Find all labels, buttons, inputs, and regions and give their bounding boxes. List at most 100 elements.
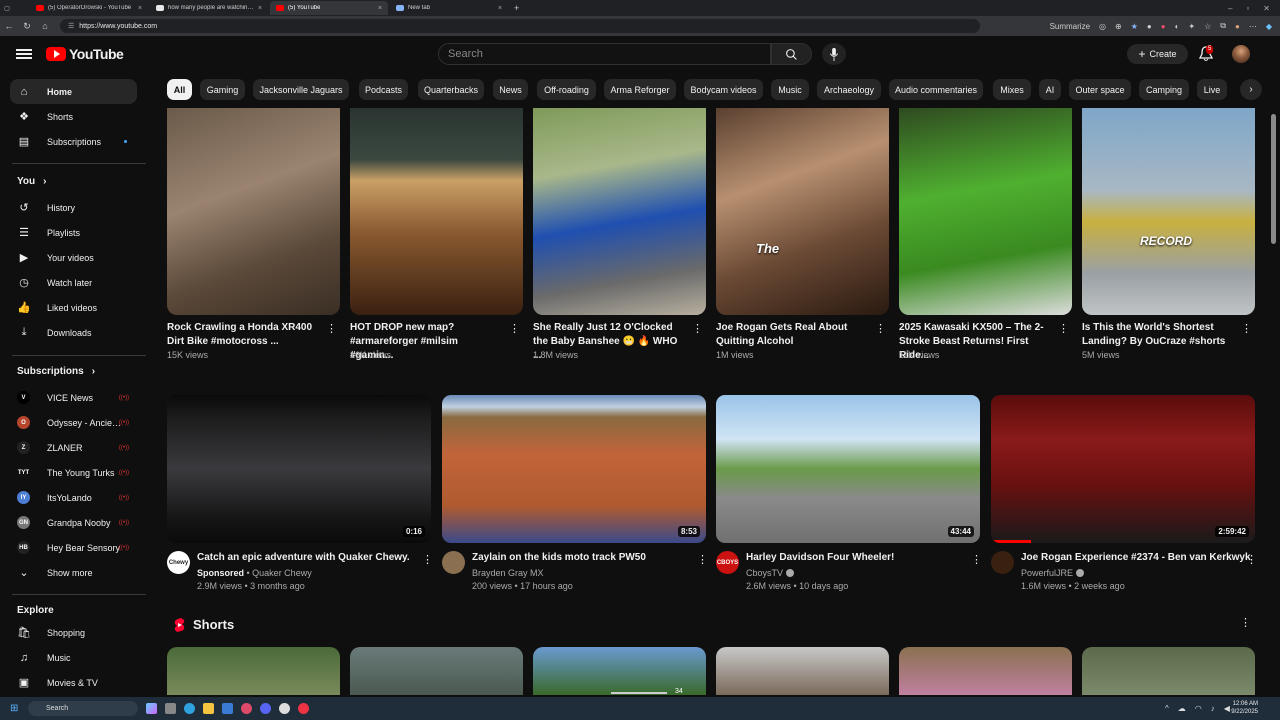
taskbar-store-icon[interactable] <box>222 703 233 714</box>
chip-all[interactable]: All <box>167 79 192 100</box>
short-title[interactable]: Joe Rogan Gets Real About Quitting Alcoh… <box>716 321 866 349</box>
chip-news[interactable]: News <box>493 79 528 100</box>
search-button[interactable] <box>771 43 812 65</box>
taskbar-chatgpt-icon[interactable] <box>279 703 290 714</box>
chip-live[interactable]: Live <box>1197 79 1227 100</box>
extension-icon[interactable]: ◐ <box>1175 22 1180 31</box>
close-window-icon[interactable]: ✕ <box>1263 4 1270 13</box>
video-more-icon[interactable]: ⋮ <box>697 555 708 566</box>
short-thumbnail[interactable] <box>350 647 523 695</box>
sidebar-item-history[interactable]: ↺ History <box>10 195 137 220</box>
sidebar-subscriptions-heading[interactable]: Subscriptions › <box>17 366 95 377</box>
chip-outer-space[interactable]: Outer space <box>1069 79 1131 100</box>
page-scrollbar[interactable] <box>1271 104 1277 696</box>
hamburger-menu-icon[interactable] <box>16 47 32 61</box>
extension-icon[interactable]: ● <box>1161 22 1166 31</box>
video-channel[interactable]: Brayden Gray MX <box>472 568 544 578</box>
chip-audio-commentaries[interactable]: Audio commentaries <box>889 79 983 100</box>
tray-chevron-icon[interactable]: ^ <box>1165 704 1169 713</box>
account-avatar[interactable] <box>1232 45 1250 63</box>
shorts-section-more-icon[interactable]: ⋮ <box>1240 618 1251 629</box>
home-browser-icon[interactable]: ⌂ <box>36 21 54 31</box>
summarize-button[interactable]: Summarize <box>1050 22 1090 31</box>
video-title[interactable]: Harley Davidson Four Wheeler! <box>746 552 894 563</box>
extension-icon[interactable]: ● <box>1147 22 1152 31</box>
tray-mic-icon[interactable]: ♪ <box>1211 704 1215 713</box>
video-title[interactable]: Zaylain on the kids moto track PW50 <box>472 552 646 563</box>
tray-wifi-icon[interactable]: ◠ <box>1195 704 1202 713</box>
video-title[interactable]: Catch an epic adventure with Quaker Chew… <box>197 552 410 563</box>
browser-tab[interactable]: New tab × <box>390 1 508 15</box>
short-thumbnail[interactable]: The <box>716 108 889 315</box>
sidebar-item-vice-news[interactable]: V VICE News ((•)) <box>10 385 137 410</box>
sidebar-item-music[interactable]: ♫ Music <box>10 645 137 670</box>
taskbar-clock[interactable]: 12:06 AM 9/22/2025 <box>1231 700 1258 716</box>
channel-avatar[interactable] <box>442 551 465 574</box>
browser-tab[interactable]: how many people are watching l... × <box>150 1 268 15</box>
short-title[interactable]: Rock Crawling a Honda XR400 Dirt Bike #m… <box>167 321 317 349</box>
video-more-icon[interactable]: ⋮ <box>1246 555 1257 566</box>
video-channel[interactable]: Sponsored • Quaker Chewy <box>197 568 312 578</box>
sidebar-item-odyssey-ancien-[interactable]: O Odyssey - Ancien... ((•)) <box>10 410 137 435</box>
video-title[interactable]: Joe Rogan Experience #2374 - Ben van Ker… <box>1021 552 1251 563</box>
sidebar-item-shorts[interactable]: ❖ Shorts <box>10 104 137 129</box>
browser-tab[interactable]: (5) OperatorOrowski - YouTube × <box>30 1 148 15</box>
taskbar-discord-icon[interactable] <box>260 703 271 714</box>
youtube-logo[interactable]: YouTube <box>46 46 124 62</box>
chip-music[interactable]: Music <box>771 79 809 100</box>
taskbar-edge-icon[interactable] <box>184 703 195 714</box>
extensions-puzzle-icon[interactable]: ✦ <box>1188 22 1195 31</box>
sidebar-you-heading[interactable]: You › <box>17 176 47 187</box>
windows-start-icon[interactable]: ⊞ <box>10 703 18 714</box>
short-more-icon[interactable]: ⋮ <box>1058 324 1069 335</box>
sidebar-item-movies-tv[interactable]: ▣ Movies & TV <box>10 670 137 695</box>
sidebar-item-home[interactable]: ⌂ Home <box>10 79 137 104</box>
chip-podcasts[interactable]: Podcasts <box>359 79 408 100</box>
sidebar-item-watch-later[interactable]: ◷ Watch later <box>10 270 137 295</box>
sidebar-item-subscriptions[interactable]: ▤ Subscriptions <box>10 129 137 154</box>
short-thumbnail[interactable] <box>716 647 889 695</box>
window-menu-icon[interactable]: ▢ <box>0 5 14 12</box>
site-info-icon[interactable]: ☰ <box>68 22 74 30</box>
favorites-icon[interactable]: ☆ <box>1204 22 1211 31</box>
star-icon[interactable]: ★ <box>1131 22 1138 31</box>
scrollbar-thumb[interactable] <box>1271 114 1276 244</box>
reload-icon[interactable]: ↻ <box>18 21 36 32</box>
sidebar-item-shopping[interactable]: 🛍 Shopping <box>10 620 137 645</box>
sidebar-item-your-videos[interactable]: ▶ Your videos <box>10 245 137 270</box>
video-thumbnail[interactable]: 8:53 <box>442 395 706 543</box>
sidebar-item-playlists[interactable]: ☰ Playlists <box>10 220 137 245</box>
voice-search-button[interactable] <box>822 43 846 65</box>
url-field[interactable]: ☰ https://www.youtube.com <box>60 19 980 33</box>
chip-mixes[interactable]: Mixes <box>993 79 1031 100</box>
video-more-icon[interactable]: ⋮ <box>422 555 433 566</box>
taskbar-explorer-icon[interactable] <box>203 703 214 714</box>
tab-close-icon[interactable]: × <box>378 5 382 12</box>
sidebar-item-itsyolando[interactable]: IY ItsYoLando ((•)) <box>10 485 137 510</box>
chip-jacksonville-jaguars[interactable]: Jacksonville Jaguars <box>253 79 349 100</box>
channel-avatar[interactable] <box>991 551 1014 574</box>
collections-icon[interactable]: ⧉ <box>1220 21 1226 31</box>
taskbar-app-icon[interactable] <box>298 703 309 714</box>
chip-archaeology[interactable]: Archaeology <box>817 79 881 100</box>
video-thumbnail[interactable]: 0:16 <box>167 395 431 543</box>
video-channel[interactable]: CboysTV <box>746 568 795 578</box>
tray-network-icon[interactable]: ☁ <box>1178 704 1186 713</box>
video-channel[interactable]: PowerfulJRE <box>1021 568 1085 578</box>
short-thumbnail[interactable] <box>899 647 1072 695</box>
sidebar-item-downloads[interactable]: ⤓ Downloads <box>10 320 137 345</box>
short-title[interactable]: Is This the World's Shortest Landing? By… <box>1082 321 1232 349</box>
chip-gaming[interactable]: Gaming <box>200 79 245 100</box>
search-input[interactable]: Search <box>438 43 771 65</box>
short-more-icon[interactable]: ⋮ <box>1241 324 1252 335</box>
video-thumbnail[interactable]: 2:59:42 <box>991 395 1255 543</box>
short-more-icon[interactable]: ⋮ <box>509 324 520 335</box>
new-tab-icon[interactable]: + <box>514 3 519 13</box>
channel-avatar[interactable]: Chewy <box>167 551 190 574</box>
short-thumbnail[interactable] <box>167 108 340 315</box>
tray-volume-icon[interactable]: ◀ <box>1224 704 1230 713</box>
extension-icon[interactable]: ◎ <box>1099 22 1106 31</box>
create-button[interactable]: + Create <box>1127 44 1188 64</box>
minimize-icon[interactable]: – <box>1228 4 1232 13</box>
back-icon[interactable]: ← <box>0 21 18 31</box>
